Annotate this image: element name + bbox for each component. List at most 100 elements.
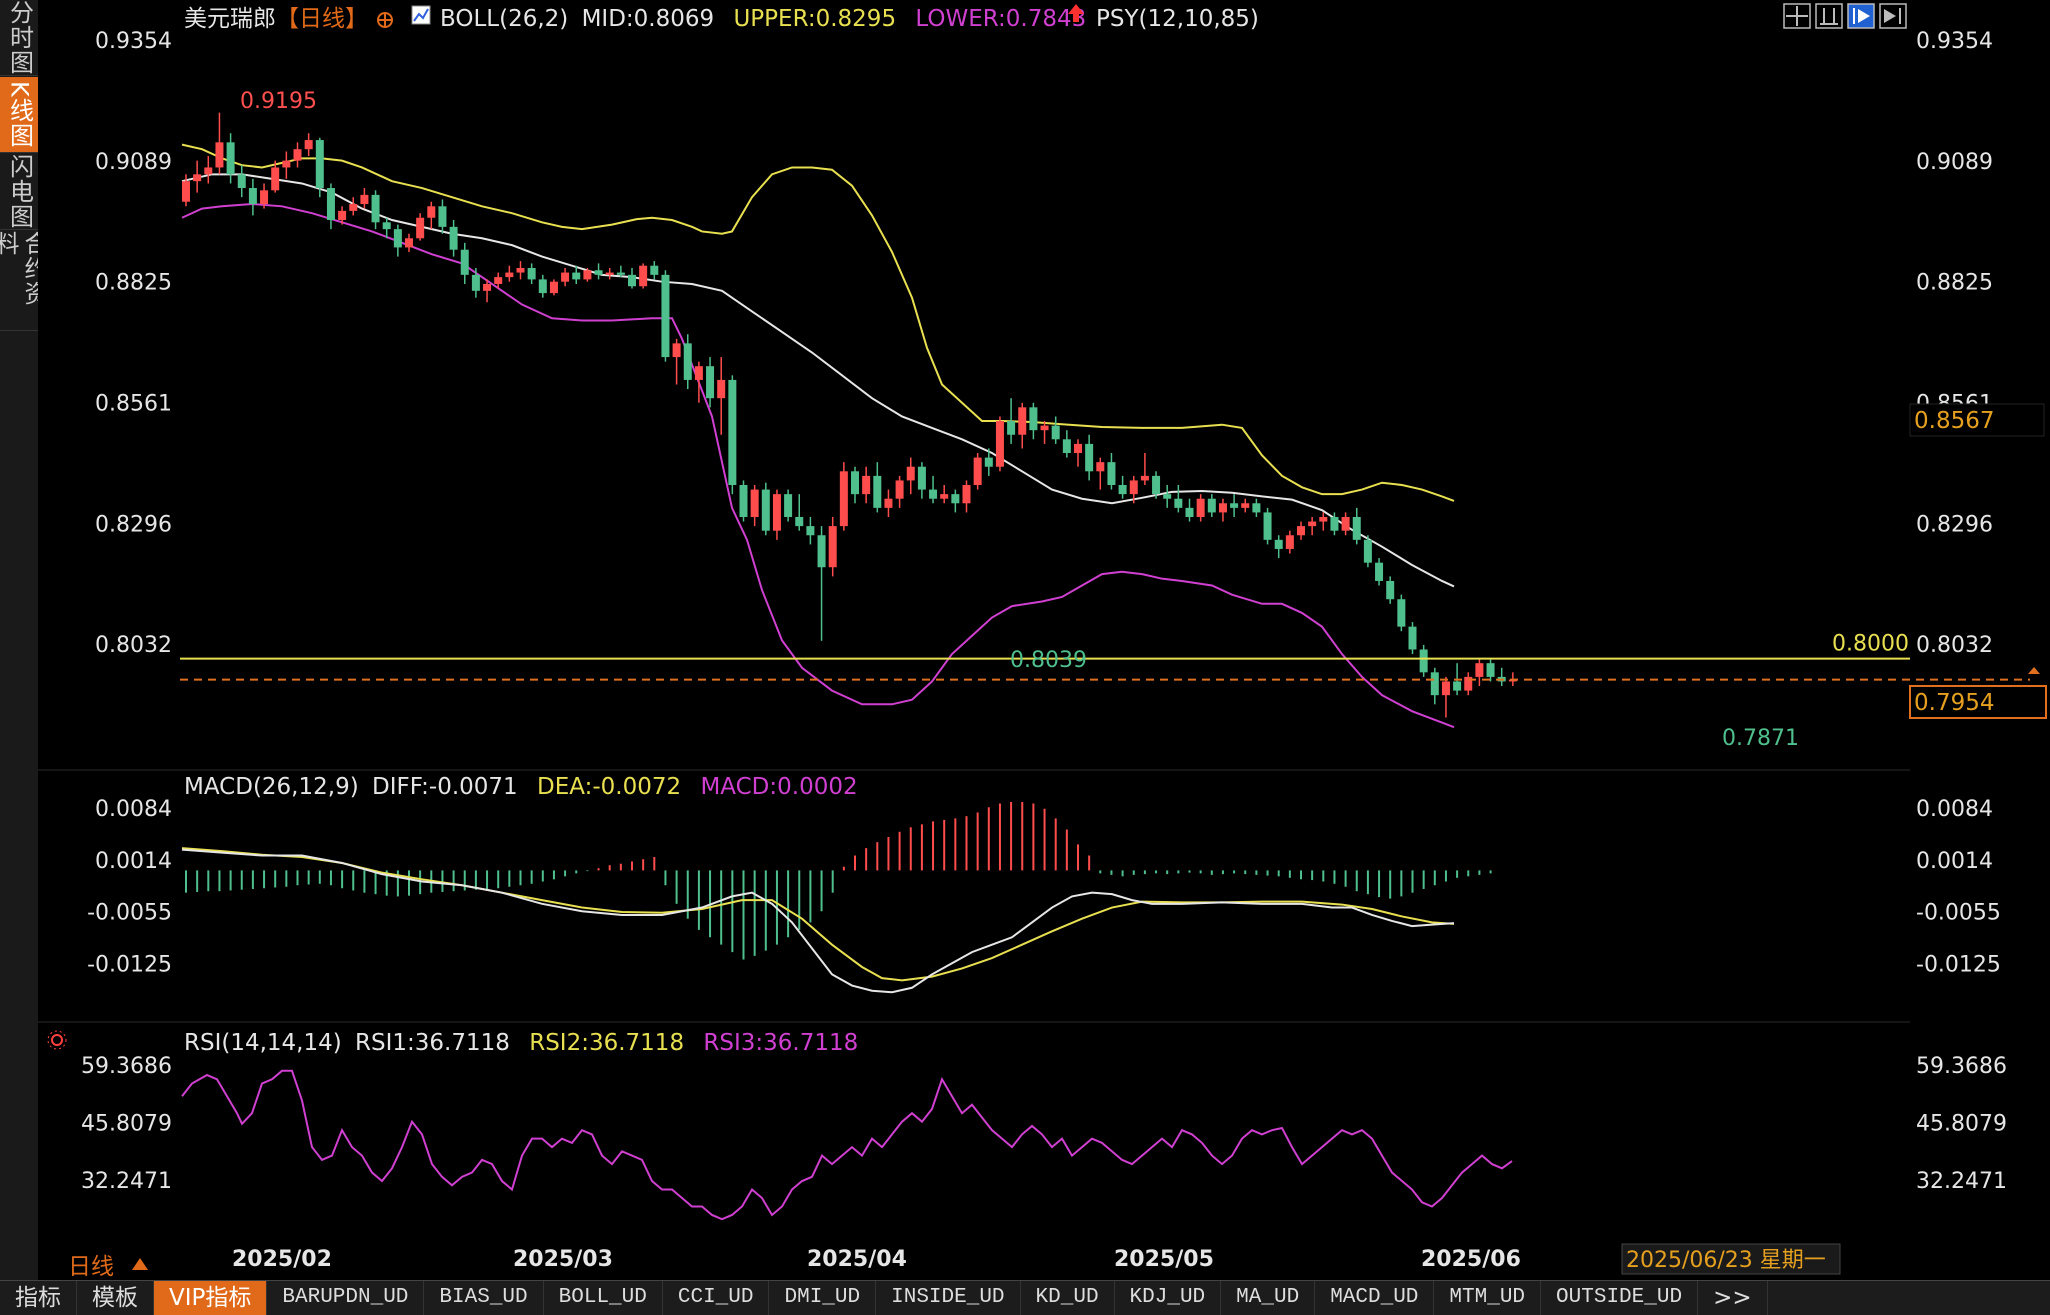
tab-vip-indicators[interactable]: VIP指标 [154, 1281, 268, 1315]
svg-text:日线: 日线 [68, 1254, 114, 1280]
sidebar-tab-kline[interactable]: K线图 [0, 77, 38, 153]
sidebar-tab-timeshare[interactable]: 分时图 [0, 0, 38, 76]
x-tick-label: 2025/05 [1114, 1247, 1214, 1272]
candle-body [527, 267, 536, 280]
tab-dmi-ud[interactable]: DMI_UD [769, 1281, 877, 1315]
sidebar-tab-contract-info[interactable]: 合约资料 [0, 231, 48, 331]
candle-body [605, 272, 614, 275]
candle-body [1230, 503, 1239, 508]
rsi-axis-right: 59.3686 45.8079 32.2471 [1916, 1054, 2007, 1194]
candle-body [1040, 425, 1049, 431]
candle-body [1352, 516, 1361, 540]
candle-body [1074, 443, 1082, 454]
candle-body [293, 149, 302, 161]
candle-body [1419, 649, 1428, 673]
candle-body [1430, 672, 1439, 696]
tab-bias-ud[interactable]: BIAS_UD [424, 1281, 544, 1315]
tab-templates[interactable]: 模板 [77, 1281, 154, 1315]
tab-kdj-ud[interactable]: KDJ_UD [1115, 1281, 1222, 1315]
step-forward-icon[interactable] [1847, 3, 1875, 29]
candle-body [505, 272, 514, 278]
tab-macd-ud[interactable]: MACD_UD [1315, 1281, 1435, 1315]
price-tick-label: 0.8825 [1916, 271, 1993, 296]
candle-body [494, 277, 503, 284]
sidebar-tab-lightning[interactable]: 闪电图 [0, 154, 38, 230]
candle-body [405, 238, 413, 248]
price-tick-label: 0.8032 [1916, 633, 1993, 658]
candle-body [215, 142, 224, 168]
candle-body [1018, 407, 1027, 435]
candle-body [1140, 475, 1149, 481]
candle-body [427, 206, 436, 218]
svg-text:0.7954: 0.7954 [1914, 690, 1994, 716]
candle-body [1152, 475, 1161, 495]
candle-body [895, 480, 904, 499]
rsi-tick-label: 59.3686 [1916, 1054, 2007, 1079]
candle-body [1453, 681, 1462, 691]
candle-body [583, 270, 592, 280]
candle-body [1096, 462, 1105, 472]
lock-icon[interactable] [377, 12, 393, 28]
candle-body [940, 494, 949, 499]
price-tick-label: 0.8561 [95, 391, 172, 416]
boll-legend: BOLL(26,2) MID:0.8069 UPPER:0.8295 LOWER… [440, 6, 1086, 32]
candle-body [1308, 521, 1317, 527]
candle-body [594, 270, 603, 275]
tab-cci-ud[interactable]: CCI_UD [663, 1281, 770, 1315]
candle-body [717, 379, 726, 399]
candle-body [683, 343, 692, 380]
candle-body [1330, 516, 1339, 531]
candle-body [449, 226, 458, 250]
indicator-tab-bar: 指标 模板 VIP指标 BARUPDN_UD BIAS_UD BOLL_UD C… [0, 1280, 2050, 1315]
candle-body [739, 485, 748, 517]
horizontal-line-label: 0.8000 [1832, 632, 1909, 657]
candle-body [962, 485, 971, 504]
candle-body [1386, 580, 1395, 600]
left-sidebar: 分时图 K线图 闪电图 合约资料 [0, 0, 48, 1280]
candle-body [1107, 462, 1116, 486]
price-tick-label: 0.9089 [95, 150, 172, 175]
price-chart[interactable]: 美元瑞郎【日线】 BOLL(26,2) MID:0.8069 UPPER:0.8… [38, 0, 2050, 1280]
header-legend: 美元瑞郎【日线】 [184, 6, 368, 32]
macd-tick-label: 0.0014 [1916, 849, 1993, 874]
candle-body [1375, 562, 1384, 581]
tab-barupdn-ud[interactable]: BARUPDN_UD [267, 1281, 425, 1315]
candle-body [282, 160, 291, 168]
tab-boll-ud[interactable]: BOLL_UD [544, 1281, 663, 1315]
candle-body [1007, 421, 1016, 435]
low-label: 0.7871 [1722, 726, 1799, 751]
indicator-chart-icon[interactable] [411, 5, 431, 25]
candle-body [784, 494, 793, 517]
sidebar-tab-label: 分时图 [5, 0, 34, 75]
candle-body [393, 229, 402, 248]
svg-text:0.8567: 0.8567 [1914, 408, 1994, 434]
tab-kd-ud[interactable]: KD_UD [1021, 1281, 1115, 1315]
price-tick-label: 0.8296 [1916, 512, 1993, 537]
tab-inside-ud[interactable]: INSIDE_UD [876, 1281, 1021, 1315]
candle-body [984, 457, 993, 467]
macd-legend: MACD(26,12,9) DIFF:-0.0071 DEA:-0.0072 M… [184, 774, 858, 800]
tab-indicators[interactable]: 指标 [0, 1281, 77, 1315]
rsi-tick-label: 45.8079 [81, 1111, 172, 1136]
candle-body [1241, 503, 1250, 508]
macd-tick-label: 0.0084 [1916, 797, 1993, 822]
candle-body [1185, 507, 1194, 517]
candle-body [1363, 539, 1372, 563]
more-tabs-button[interactable]: >> [1698, 1281, 1768, 1315]
candle-body [1062, 439, 1071, 454]
tab-ma-ud[interactable]: MA_UD [1221, 1281, 1316, 1315]
candle-body [1085, 443, 1094, 472]
candle-body [650, 265, 659, 275]
candle-body [572, 272, 581, 280]
candle-body [1408, 626, 1417, 650]
current-price-badge: 0.7954 [1909, 685, 2047, 719]
tab-mtm-ud[interactable]: MTM_UD [1434, 1281, 1542, 1315]
candle-body [1218, 503, 1227, 513]
candle-body [706, 366, 715, 399]
candle-body [538, 279, 547, 294]
candle-body [728, 379, 737, 486]
sidebar-tab-label: K线图 [5, 81, 34, 148]
tab-outside-ud[interactable]: OUTSIDE_UD [1541, 1281, 1699, 1315]
candle-body [304, 140, 313, 150]
candle-body [416, 217, 425, 239]
